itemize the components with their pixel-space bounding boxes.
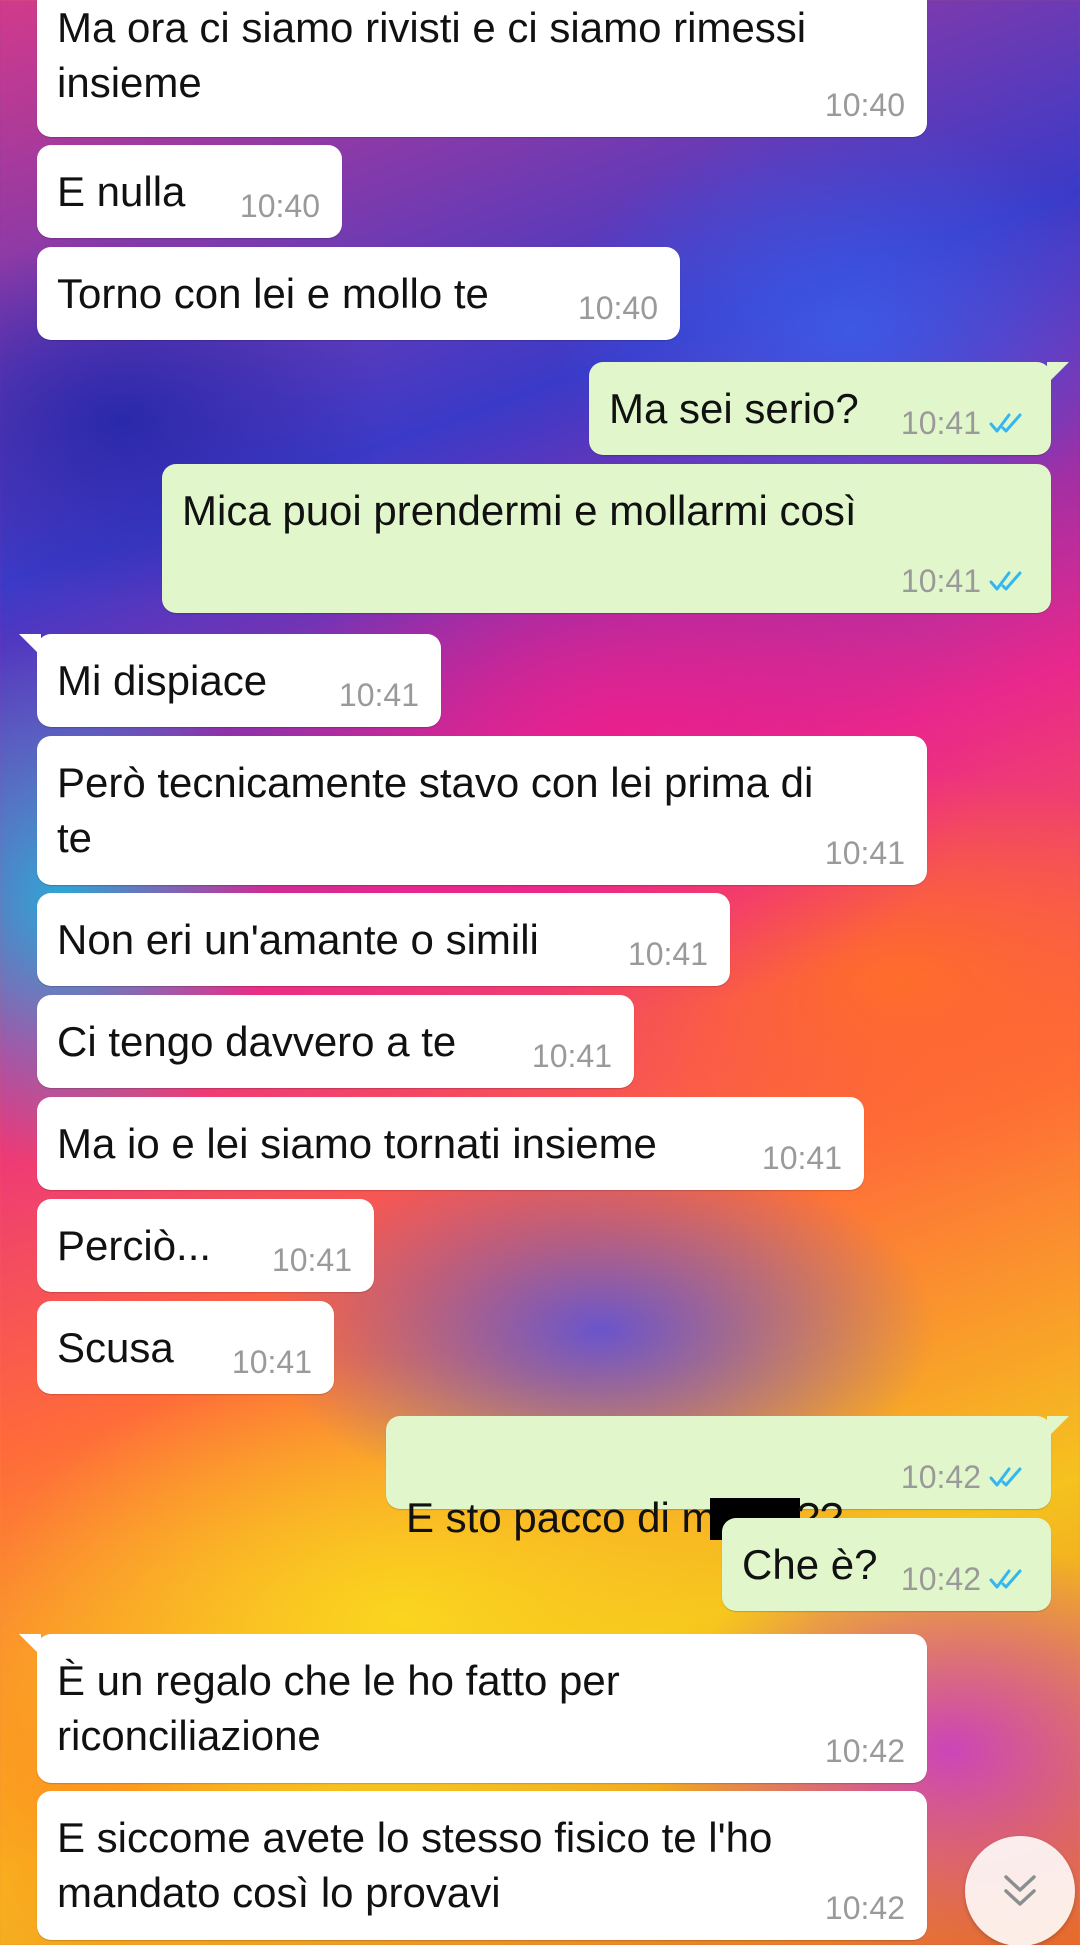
chat-view: Ma ora ci siamo rivisti e ci siamo rimes… xyxy=(0,0,1080,1945)
message-time: 10:41 xyxy=(231,1344,312,1380)
message-meta: 10:42 xyxy=(825,1733,905,1769)
message-text: Perciò... xyxy=(57,1222,212,1269)
message-meta: 10:41 xyxy=(901,405,1029,441)
message-time: 10:41 xyxy=(900,405,981,441)
message-meta: 10:42 xyxy=(901,1459,1029,1495)
message-time: 10:41 xyxy=(900,563,981,599)
message-meta: 10:41 xyxy=(901,563,1029,599)
message-time: 10:40 xyxy=(577,290,658,326)
message-incoming[interactable]: Ma io e lei siamo tornati insieme 10:41 xyxy=(37,1097,864,1190)
message-meta: 10:40 xyxy=(825,87,905,123)
read-receipt-icon xyxy=(989,571,1022,591)
message-text: Mi dispiace xyxy=(57,657,268,704)
message-outgoing[interactable]: Mica puoi prendermi e mollarmi così 10:4… xyxy=(162,464,1051,613)
message-text: E siccome avete lo stesso fisico te l'ho… xyxy=(57,1814,773,1916)
message-meta: 10:41 xyxy=(825,835,905,871)
message-incoming[interactable]: Scusa 10:41 xyxy=(37,1301,334,1394)
message-text: Che è? xyxy=(742,1541,878,1588)
message-text: Non eri un'amante o simili xyxy=(57,916,539,963)
message-meta: 10:40 xyxy=(578,290,658,326)
scroll-to-bottom-button[interactable] xyxy=(965,1836,1075,1945)
message-meta: 10:41 xyxy=(532,1038,612,1074)
message-time: 10:41 xyxy=(338,677,419,713)
message-meta: 10:42 xyxy=(825,1890,905,1926)
message-text: Mica puoi prendermi e mollarmi così xyxy=(182,487,857,534)
message-time: 10:42 xyxy=(824,1733,905,1769)
message-text-before: E sto pacco di m xyxy=(406,1494,717,1541)
message-incoming[interactable]: È un regalo che le ho fatto per riconcil… xyxy=(19,1634,927,1783)
message-incoming[interactable]: E nulla 10:40 xyxy=(37,145,342,238)
message-text: Ma sei serio? xyxy=(609,385,859,432)
message-time: 10:40 xyxy=(239,188,320,224)
message-incoming[interactable]: Ci tengo davvero a te 10:41 xyxy=(37,995,634,1088)
message-time: 10:42 xyxy=(900,1561,981,1597)
message-incoming[interactable]: Però tecnicamente stavo con lei prima di… xyxy=(37,736,927,885)
message-outgoing[interactable]: E sto pacco di m?? 10:42 xyxy=(386,1416,1069,1541)
message-meta: 10:41 xyxy=(762,1140,842,1176)
message-incoming[interactable]: Mi dispiace 10:41 xyxy=(19,634,441,727)
message-meta: 10:41 xyxy=(628,936,708,972)
message-meta: 10:41 xyxy=(339,677,419,713)
message-incoming[interactable]: Non eri un'amante o simili 10:41 xyxy=(37,893,730,986)
message-time: 10:41 xyxy=(271,1242,352,1278)
message-text: Torno con lei e mollo te xyxy=(57,270,489,317)
message-incoming[interactable]: Torno con lei e mollo te 10:40 xyxy=(37,247,680,340)
message-text: Scusa xyxy=(57,1324,174,1371)
message-text: Ma ora ci siamo rivisti e ci siamo rimes… xyxy=(57,4,807,106)
message-meta: 10:42 xyxy=(901,1561,1029,1597)
message-time: 10:41 xyxy=(531,1038,612,1074)
message-outgoing[interactable]: Ma sei serio? 10:41 xyxy=(589,362,1069,455)
message-time: 10:41 xyxy=(627,936,708,972)
message-time: 10:41 xyxy=(824,835,905,871)
message-outgoing[interactable]: Che è? 10:42 xyxy=(722,1518,1051,1611)
message-text: Ci tengo davvero a te xyxy=(57,1018,457,1065)
message-meta: 10:41 xyxy=(272,1242,352,1278)
message-meta: 10:41 xyxy=(232,1344,312,1380)
message-incoming[interactable]: Ma ora ci siamo rivisti e ci siamo rimes… xyxy=(37,0,927,137)
message-text: È un regalo che le ho fatto per riconcil… xyxy=(57,1657,620,1759)
read-receipt-icon xyxy=(989,1467,1022,1487)
read-receipt-icon xyxy=(989,1569,1022,1589)
read-receipt-icon xyxy=(989,413,1022,433)
message-time: 10:40 xyxy=(824,87,905,123)
message-meta: 10:40 xyxy=(240,188,320,224)
message-incoming[interactable]: E siccome avete lo stesso fisico te l'ho… xyxy=(37,1791,927,1940)
message-time: 10:41 xyxy=(761,1140,842,1176)
message-text: Però tecnicamente stavo con lei prima di… xyxy=(57,759,814,861)
message-text: Ma io e lei siamo tornati insieme xyxy=(57,1120,657,1167)
message-time: 10:42 xyxy=(900,1459,981,1495)
double-chevron-down-icon xyxy=(1004,1875,1036,1906)
message-incoming[interactable]: Perciò... 10:41 xyxy=(37,1199,374,1292)
message-text: E nulla xyxy=(57,168,186,215)
message-time: 10:42 xyxy=(824,1890,905,1926)
